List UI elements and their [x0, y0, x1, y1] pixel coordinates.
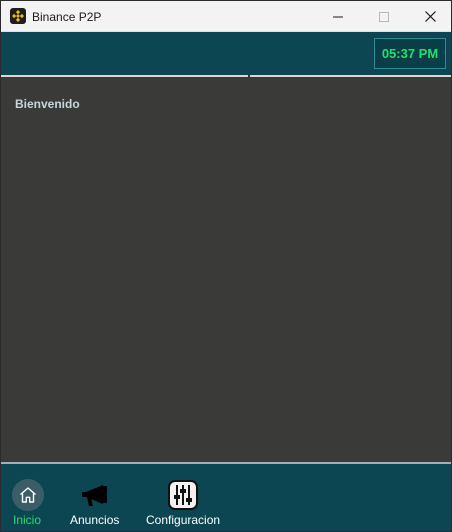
bottom-nav: Inicio Anuncios Configuracion — [1, 464, 451, 531]
sliders-icon — [167, 479, 199, 511]
window-title: Binance P2P — [32, 10, 102, 24]
megaphone-icon — [79, 479, 111, 511]
nav-item-configuracion[interactable]: Configuracion — [143, 464, 227, 531]
nav-label-inicio: Inicio — [13, 513, 42, 527]
close-icon — [424, 11, 436, 22]
nav-item-inicio[interactable]: Inicio — [5, 464, 51, 531]
maximize-button[interactable] — [361, 1, 407, 32]
nav-item-anuncios[interactable]: Anuncios — [65, 464, 127, 531]
home-icon — [12, 479, 44, 511]
nav-label-anuncios: Anuncios — [70, 513, 120, 527]
welcome-text: Bienvenido — [15, 97, 80, 111]
title-bar[interactable]: Binance P2P — [1, 1, 451, 32]
minimize-button[interactable] — [315, 1, 361, 32]
clock-display: 05:37 PM — [374, 38, 446, 69]
nav-label-configuracion: Configuracion — [146, 513, 221, 527]
main-content: Bienvenido — [1, 77, 451, 462]
close-button[interactable] — [407, 1, 451, 32]
binance-logo-icon — [10, 8, 26, 24]
maximize-icon — [379, 11, 389, 22]
app-window: Binance P2P 05:37 PM Bienvenido Inicio A… — [0, 0, 452, 532]
minimize-icon — [333, 16, 343, 17]
